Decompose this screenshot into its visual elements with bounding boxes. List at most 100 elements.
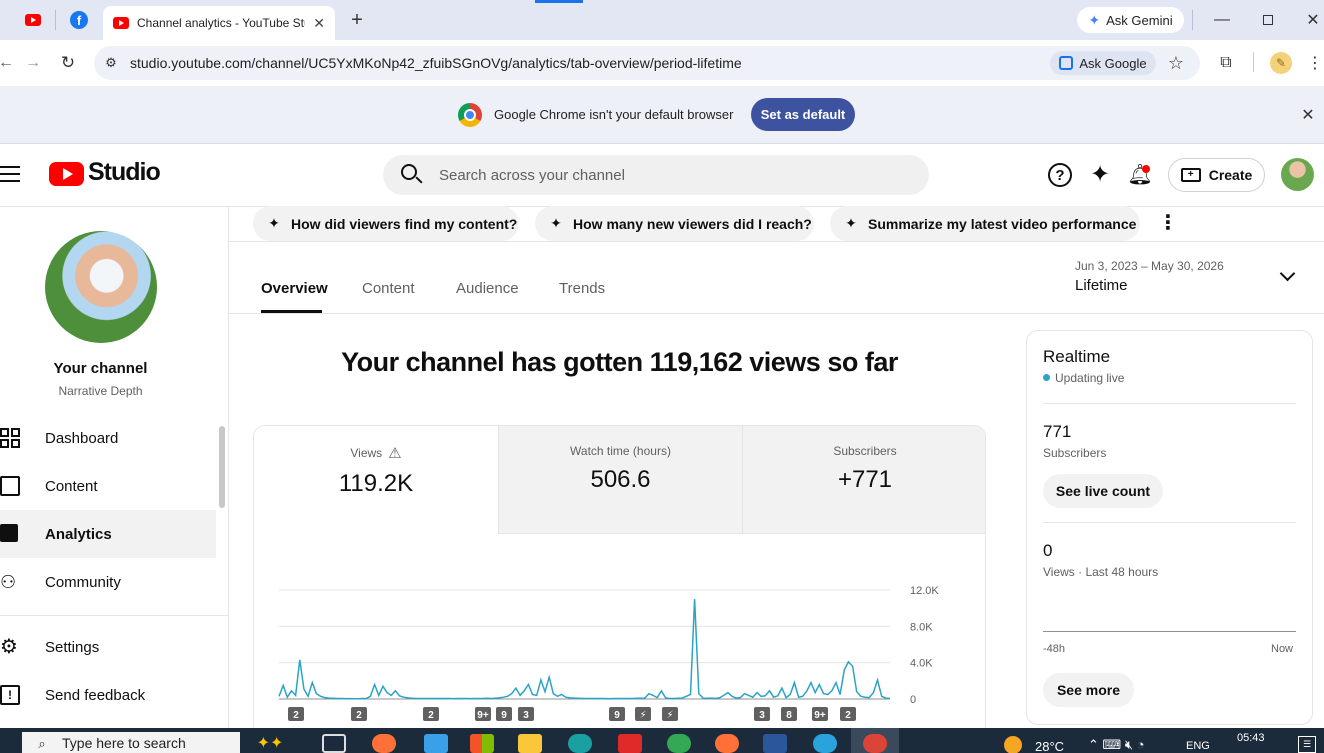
ask-google-button[interactable]: Ask Google bbox=[1050, 51, 1156, 75]
divider bbox=[1192, 10, 1193, 30]
taskbar-weather[interactable]: 28°C bbox=[1035, 739, 1064, 753]
chrome-logo-icon bbox=[458, 103, 482, 127]
search-placeholder: Search across your channel bbox=[439, 166, 625, 184]
facebook-tab-icon[interactable]: f bbox=[70, 11, 88, 29]
realtime-axis-end: Now bbox=[1271, 643, 1294, 655]
realtime-divider bbox=[1043, 522, 1296, 523]
firefox-taskbar-icon-2[interactable] bbox=[715, 734, 739, 753]
taskbar-clock[interactable]: 05:43 bbox=[1237, 732, 1265, 744]
period-range[interactable]: Jun 3, 2023 – May 30, 2026 bbox=[1075, 259, 1224, 273]
realtime-views-label: Views · Last 48 hours bbox=[1043, 565, 1159, 579]
sidebar-item-dashboard[interactable]: Dashboard bbox=[0, 414, 216, 462]
video-marker-count: 3 bbox=[759, 710, 765, 721]
create-button[interactable]: + Create bbox=[1168, 158, 1265, 192]
site-settings-icon[interactable]: ⚙ bbox=[103, 55, 119, 71]
sidebar-item-settings[interactable]: ⚙ Settings bbox=[0, 623, 216, 671]
weather-sun-icon[interactable] bbox=[1004, 736, 1022, 753]
tab-trends[interactable]: Trends bbox=[559, 280, 605, 297]
your-channel-label[interactable]: Your channel bbox=[0, 360, 201, 377]
sidebar-item-community[interactable]: ⚇ Community bbox=[0, 558, 216, 606]
taskbar-search-input[interactable]: Type here to search bbox=[22, 732, 240, 753]
tab-content[interactable]: Content bbox=[362, 280, 415, 297]
sidebar-item-label: Content bbox=[45, 477, 98, 495]
sidebar-item-content[interactable]: Content bbox=[0, 462, 216, 510]
tab-overview[interactable]: Overview bbox=[261, 280, 328, 297]
pdf-taskbar-icon[interactable] bbox=[618, 734, 642, 753]
notification-center-icon[interactable]: ☰ bbox=[1298, 736, 1316, 753]
telegram-taskbar-icon[interactable] bbox=[813, 734, 837, 753]
tab-audience[interactable]: Audience bbox=[456, 280, 519, 297]
word-taskbar-icon[interactable] bbox=[763, 734, 787, 753]
restore-icon[interactable] bbox=[1258, 10, 1278, 30]
taskbar-widget-icon[interactable]: ✦✦ bbox=[250, 732, 290, 753]
notification-dot bbox=[1142, 165, 1150, 173]
youtube-tab-icon[interactable] bbox=[24, 12, 42, 28]
realtime-divider bbox=[1043, 403, 1296, 404]
ask-gemini-button[interactable]: ✦ Ask Gemini bbox=[1077, 7, 1184, 33]
chrome-menu-icon[interactable]: ⋮ bbox=[1307, 53, 1323, 73]
back-icon[interactable]: ← bbox=[0, 53, 14, 73]
close-window-icon[interactable]: ✕ bbox=[1303, 10, 1323, 30]
extensions-icon[interactable]: ⧉ bbox=[1216, 53, 1236, 73]
close-infobar-icon[interactable]: ✕ bbox=[1298, 105, 1318, 125]
y-tick-label: 0 bbox=[910, 694, 916, 706]
y-tick-label: 8.0K bbox=[910, 621, 933, 633]
tab-title: Channel analytics - YouTube Stu bbox=[137, 16, 306, 30]
search-icon[interactable] bbox=[401, 164, 423, 186]
more-options-icon[interactable]: ⋮ bbox=[1158, 210, 1178, 234]
period-dropdown-chevron-icon[interactable] bbox=[1279, 265, 1296, 282]
task-view-icon[interactable] bbox=[322, 734, 346, 753]
create-label: Create bbox=[1208, 167, 1253, 183]
sidebar-item-label: Dashboard bbox=[45, 429, 119, 447]
chip-new-viewers[interactable]: ✦ How many new viewers did I reach? bbox=[535, 206, 814, 241]
ai-sparkle-icon[interactable]: ✦ bbox=[1088, 161, 1112, 188]
period-label[interactable]: Lifetime bbox=[1075, 277, 1128, 294]
realtime-axis-line bbox=[1043, 631, 1296, 632]
firefox-taskbar-icon[interactable] bbox=[372, 734, 396, 753]
store-taskbar-icon[interactable] bbox=[470, 734, 494, 753]
feedback-icon: ! bbox=[0, 685, 20, 705]
see-live-count-button[interactable]: See live count bbox=[1043, 474, 1163, 508]
taskbar-language[interactable]: ENG bbox=[1186, 740, 1210, 752]
sidebar-item-analytics[interactable]: Analytics bbox=[0, 510, 216, 558]
chip-label: Summarize my latest video performance bbox=[868, 215, 1137, 232]
sidebar-item-label: Community bbox=[45, 573, 121, 591]
chip-label: How many new viewers did I reach? bbox=[573, 215, 812, 232]
close-tab-icon[interactable]: ✕ bbox=[313, 15, 325, 32]
see-more-button[interactable]: See more bbox=[1043, 673, 1134, 707]
help-icon[interactable]: ? bbox=[1048, 163, 1072, 187]
tab-channel-analytics[interactable]: Channel analytics - YouTube Stu ✕ bbox=[103, 6, 335, 40]
chip-viewers-find-content[interactable]: ✦ How did viewers find my content? bbox=[253, 206, 519, 241]
forward-icon[interactable]: → bbox=[24, 53, 42, 73]
profile-avatar-icon[interactable]: ✎ bbox=[1270, 52, 1292, 74]
content-icon bbox=[0, 476, 20, 496]
youtube-logo-icon[interactable] bbox=[49, 162, 84, 186]
chrome-taskbar-icon[interactable] bbox=[667, 734, 691, 753]
community-icon: ⚇ bbox=[0, 572, 17, 592]
hamburger-menu-icon[interactable] bbox=[0, 166, 20, 182]
new-tab-icon[interactable]: + bbox=[347, 9, 367, 31]
channel-avatar[interactable] bbox=[45, 231, 157, 343]
set-default-button[interactable]: Set as default bbox=[751, 98, 855, 131]
bookmark-star-icon[interactable]: ☆ bbox=[1166, 53, 1186, 73]
sidebar-item-send-feedback[interactable]: ! Send feedback bbox=[0, 671, 216, 719]
studio-logo-text[interactable]: Studio bbox=[88, 158, 161, 187]
account-avatar[interactable] bbox=[1281, 158, 1314, 191]
tabs-divider bbox=[229, 313, 1324, 314]
sidebar-scrollbar[interactable] bbox=[219, 426, 225, 508]
edge-taskbar-icon[interactable] bbox=[568, 734, 592, 753]
file-explorer-taskbar-icon[interactable] bbox=[518, 734, 542, 753]
shorts-marker-icon: ⚡ bbox=[666, 710, 673, 721]
divider bbox=[1253, 52, 1254, 72]
chip-summarize-latest-video[interactable]: ✦ Summarize my latest video performance bbox=[830, 206, 1140, 241]
realtime-subscribers-value: 771 bbox=[1043, 422, 1072, 441]
dashboard-icon bbox=[0, 428, 20, 448]
tray-icons[interactable]: ⌃ ⌨ 🔇︎ ◔ bbox=[1088, 737, 1145, 753]
chrome-active-taskbar-icon[interactable] bbox=[863, 734, 887, 753]
chips-divider bbox=[229, 241, 1324, 242]
file-app-taskbar-icon[interactable] bbox=[424, 734, 448, 753]
minimize-icon[interactable]: — bbox=[1212, 10, 1232, 30]
reload-icon[interactable]: ↻ bbox=[59, 53, 77, 73]
channel-search-input[interactable]: Search across your channel bbox=[383, 155, 929, 195]
address-bar[interactable]: studio.youtube.com/channel/UC5YxMKoNp42_… bbox=[94, 46, 1200, 80]
